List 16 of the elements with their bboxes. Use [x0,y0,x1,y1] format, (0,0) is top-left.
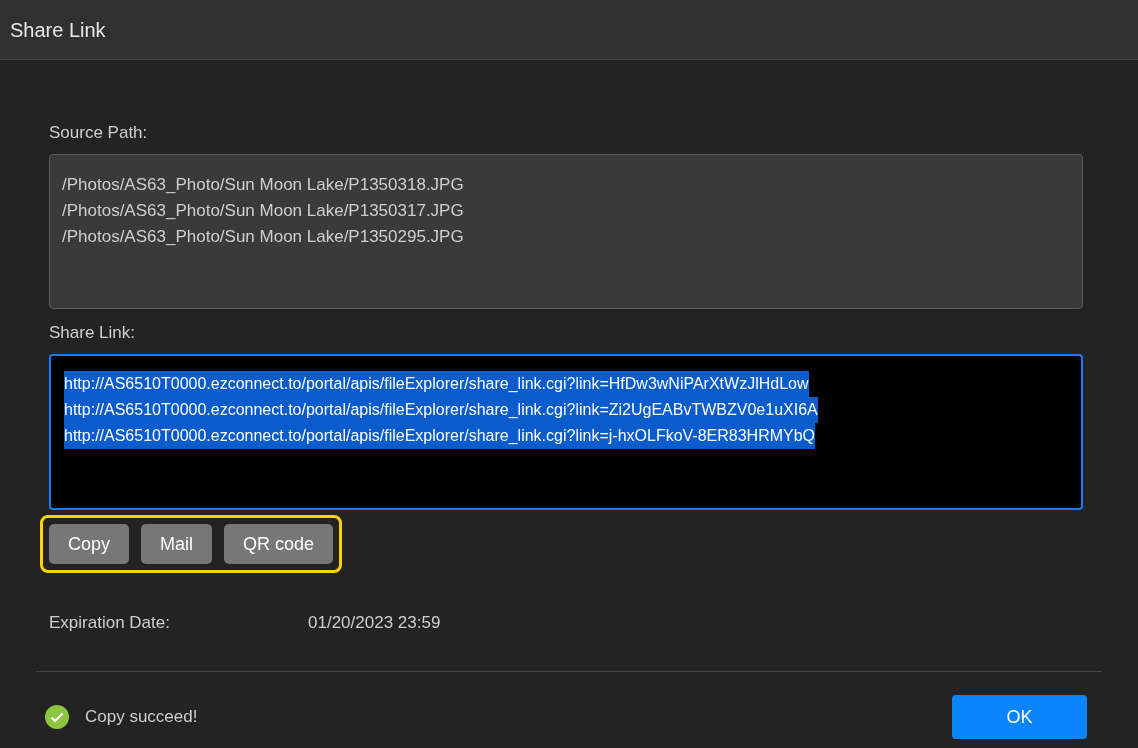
action-button[interactable]: Mail [141,524,213,564]
ok-button[interactable]: OK [952,695,1087,739]
field-label: Share Link: [49,322,135,344]
path-line: /Photos/AS63_Photo/Sun Moon Lake/P1350295.JPG [62,226,464,248]
share-link-field[interactable] [49,354,1083,510]
action-button[interactable]: QR code [224,524,334,564]
field-label: Source Path: [49,122,148,144]
window-title: Share Link [10,17,106,43]
expiration-value: 01/20/2023 23:59 [308,612,441,635]
status-message: Copy succeed! [85,706,198,729]
path-line: /Photos/AS63_Photo/Sun Moon Lake/P1350317.JPG [62,200,464,222]
action-button[interactable]: Copy [49,524,130,564]
path-line: /Photos/AS63_Photo/Sun Moon Lake/P1350318.JPG [62,174,464,196]
check-icon [45,705,69,729]
source-path-field[interactable]: /Photos/AS63_Photo/Sun Moon Lake/P1350318.JPG /Photos/AS63_Photo/Sun Moon Lake/P1350317.JPG /Photos/AS63_Photo/Sun Moon Lake/P1350295.JPG [49,154,1083,309]
expiration-label: Expiration Date: [49,612,171,635]
